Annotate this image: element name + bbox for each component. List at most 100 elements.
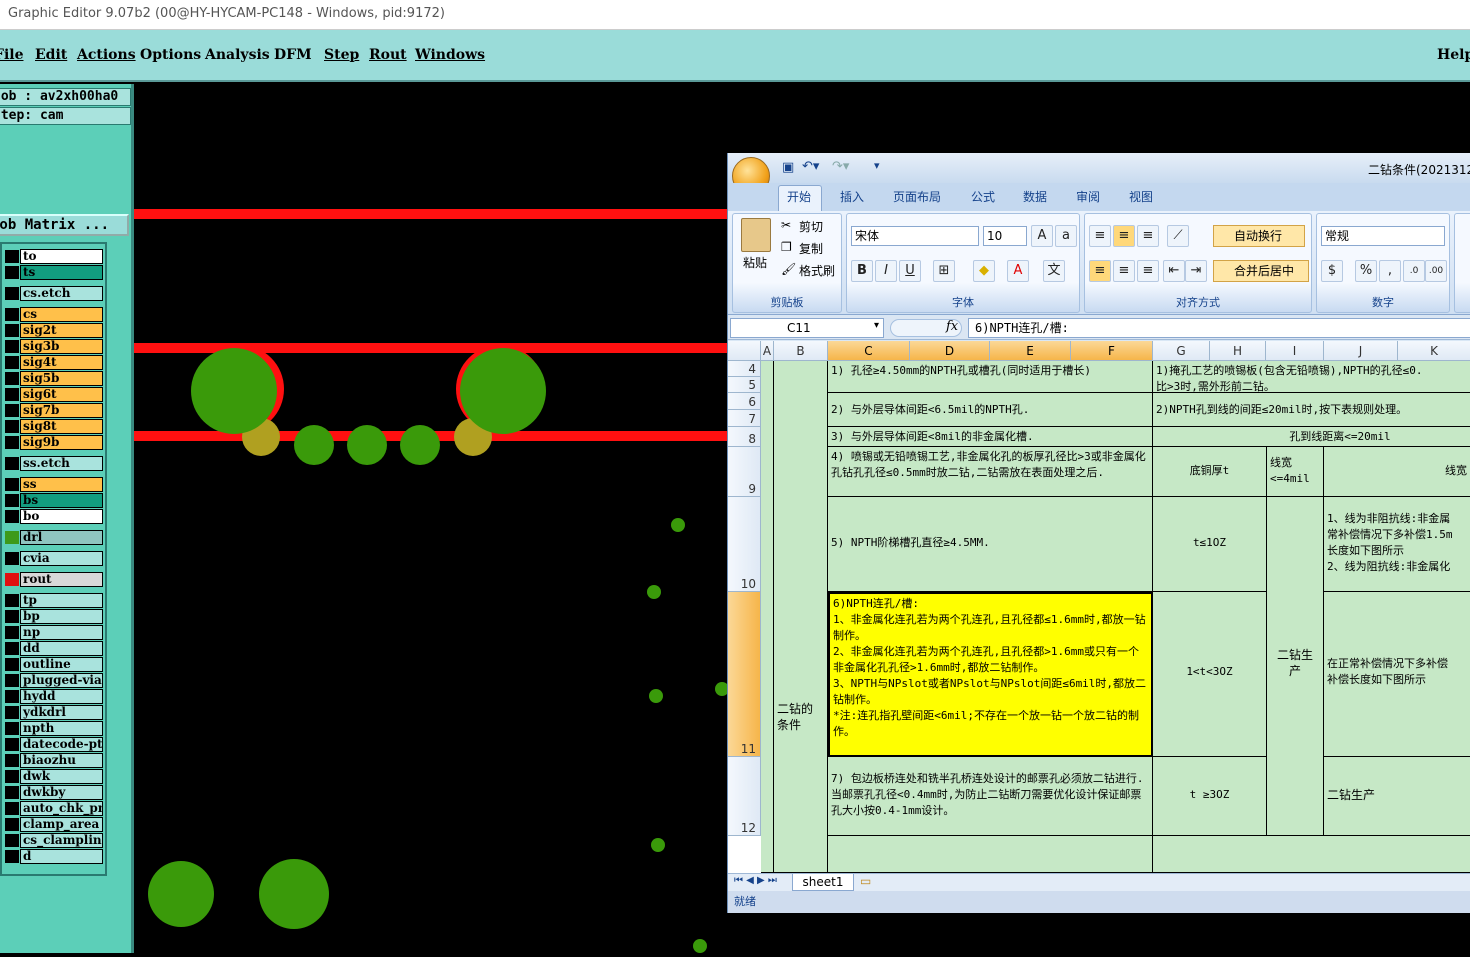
layer-color-swatch[interactable] (5, 250, 19, 263)
column-header[interactable]: D (910, 341, 990, 361)
cell-g-row8[interactable]: 孔到线距离<=20mil (1153, 427, 1470, 447)
tab-view[interactable]: 视图 (1129, 188, 1153, 206)
layer-row[interactable]: sig3b (2, 339, 105, 354)
copy-button[interactable]: 复制 (799, 240, 823, 257)
layer-name[interactable]: ts (20, 265, 103, 280)
layer-row[interactable]: bo (2, 509, 105, 524)
layer-color-swatch[interactable] (5, 324, 19, 337)
layer-row[interactable]: sig8t (2, 419, 105, 434)
column-header[interactable]: E (990, 341, 1071, 361)
layer-name[interactable]: datecode-pth (20, 737, 103, 752)
layer-color-swatch[interactable] (5, 404, 19, 417)
cell-c-row11[interactable]: 6)NPTH连孔/槽: 1、非金属化连孔若为两个孔连孔,且孔径都≤1.6mm时,… (828, 592, 1153, 757)
layer-row[interactable]: bs (2, 493, 105, 508)
row-header[interactable]: 4 (728, 361, 761, 377)
column-header[interactable]: I (1266, 341, 1324, 361)
cell-g-row6-7[interactable]: 2)NPTH孔到线的间距≤20mil时,按下表规则处理。 (1153, 393, 1470, 427)
cell-a-column[interactable] (761, 361, 774, 873)
layer-color-swatch[interactable] (5, 770, 19, 783)
layer-color-swatch[interactable] (5, 266, 19, 279)
cell-g-row11[interactable]: 1<t<3OZ (1153, 592, 1267, 757)
select-all-corner[interactable] (728, 341, 761, 361)
layer-name[interactable]: ss.etch (20, 456, 103, 471)
layer-color-swatch[interactable] (5, 531, 19, 544)
layer-name[interactable]: sig8t (20, 419, 103, 434)
cell-c-row10[interactable]: 5) NPTH阶梯槽孔直径≥4.5MM. (828, 497, 1153, 592)
customize-toolbar-icon[interactable]: ▾ (874, 159, 880, 172)
layer-name[interactable]: plugged-vias (20, 673, 103, 688)
layer-color-swatch[interactable] (5, 834, 19, 847)
layer-name[interactable]: ydkdrl (20, 705, 103, 720)
layer-row[interactable]: npth (2, 721, 105, 736)
layer-color-swatch[interactable] (5, 722, 19, 735)
tab-page-layout[interactable]: 页面布局 (893, 188, 941, 206)
layer-name[interactable]: cs (20, 307, 103, 322)
layer-row[interactable]: auto_chk_pnl (2, 801, 105, 816)
sheet-tab-sheet1[interactable]: sheet1 (792, 874, 854, 891)
layer-color-swatch[interactable] (5, 754, 19, 767)
layer-name[interactable]: sig9b (20, 435, 103, 450)
layer-row[interactable]: cvia (2, 551, 105, 566)
column-header[interactable]: B (774, 341, 828, 361)
layer-row[interactable]: clamp_area (2, 817, 105, 832)
cell-c-row9[interactable]: 4) 喷锡或无铅喷锡工艺,非金属化孔的板厚孔径比>3或非金属化孔钻孔孔径≤0.5… (828, 447, 1153, 497)
tab-formulas[interactable]: 公式 (971, 188, 995, 206)
layer-row[interactable]: ydkdrl (2, 705, 105, 720)
cell-b-merged[interactable]: 二钻的条件 (774, 361, 828, 873)
column-header[interactable]: G (1153, 341, 1210, 361)
layer-name[interactable]: dd (20, 641, 103, 656)
layer-color-swatch[interactable] (5, 510, 19, 523)
column-header[interactable]: C (828, 341, 910, 361)
job-matrix-button[interactable]: Job Matrix ... (0, 214, 129, 236)
layer-row[interactable]: sig4t (2, 355, 105, 370)
layer-row[interactable]: plugged-vias (2, 673, 105, 688)
row-header[interactable]: 10 (728, 497, 761, 592)
layer-row[interactable]: datecode-pth (2, 737, 105, 752)
layer-name[interactable]: biaozhu (20, 753, 103, 768)
layer-row[interactable]: dwkby (2, 785, 105, 800)
layer-name[interactable]: dwk (20, 769, 103, 784)
layer-name[interactable]: cs_clampline (20, 833, 103, 848)
layer-row[interactable]: dd (2, 641, 105, 656)
layer-row[interactable]: to (2, 249, 105, 264)
layer-color-swatch[interactable] (5, 738, 19, 751)
layer-color-swatch[interactable] (5, 786, 19, 799)
layer-row[interactable]: np (2, 625, 105, 640)
layer-color-swatch[interactable] (5, 494, 19, 507)
decrease-indent-icon[interactable]: ⇤ (1163, 260, 1185, 282)
layer-row[interactable]: biaozhu (2, 753, 105, 768)
menu-step[interactable]: Step (324, 47, 359, 63)
comma-icon[interactable]: , (1379, 260, 1401, 282)
copy-icon[interactable]: ❐ (781, 240, 792, 254)
layer-name[interactable]: cs.etch (20, 286, 103, 301)
menu-rout[interactable]: Rout (369, 47, 407, 63)
column-header[interactable]: K (1398, 341, 1470, 361)
menu-windows[interactable]: Windows (415, 47, 485, 63)
fill-color-icon[interactable]: ◆ (973, 260, 995, 282)
layer-color-swatch[interactable] (5, 287, 19, 300)
phonetic-icon[interactable]: 文 (1043, 260, 1065, 282)
column-header[interactable]: J (1324, 341, 1398, 361)
decrease-decimal-icon[interactable]: .00 (1425, 260, 1447, 282)
cell-g-row10[interactable]: t≤1OZ (1153, 497, 1267, 592)
layer-row[interactable]: hydd (2, 689, 105, 704)
layer-row[interactable]: ss (2, 477, 105, 492)
cell-j-row11[interactable]: 在正常补偿情况下多补偿 补偿长度如下图所示 (1324, 592, 1470, 757)
row-header[interactable]: 7 (728, 410, 761, 427)
layer-color-swatch[interactable] (5, 478, 19, 491)
cell-j-row10[interactable]: 1、线为非阻抗线:非金属 常补偿情况下多补偿1.5m 长度如下图所示 2、线为阻… (1324, 497, 1470, 592)
layer-name[interactable]: sig6t (20, 387, 103, 402)
cell-c-row4-5[interactable]: 1) 孔径≥4.50mm的NPTH孔或槽孔(同时适用于槽长) (828, 361, 1153, 393)
percent-icon[interactable]: % (1355, 260, 1377, 282)
layer-color-swatch[interactable] (5, 573, 19, 586)
layer-color-swatch[interactable] (5, 610, 19, 623)
menu-options[interactable]: Options (140, 47, 201, 63)
layer-row[interactable]: dwk (2, 769, 105, 784)
format-painter-button[interactable]: 格式刷 (799, 262, 835, 279)
increase-indent-icon[interactable]: ⇥ (1185, 260, 1207, 282)
layer-name[interactable]: drl (20, 530, 103, 545)
row-header[interactable]: 12 (728, 757, 761, 836)
row-header[interactable]: 9 (728, 447, 761, 497)
layer-name[interactable]: sig7b (20, 403, 103, 418)
font-color-icon[interactable]: A (1007, 260, 1029, 282)
